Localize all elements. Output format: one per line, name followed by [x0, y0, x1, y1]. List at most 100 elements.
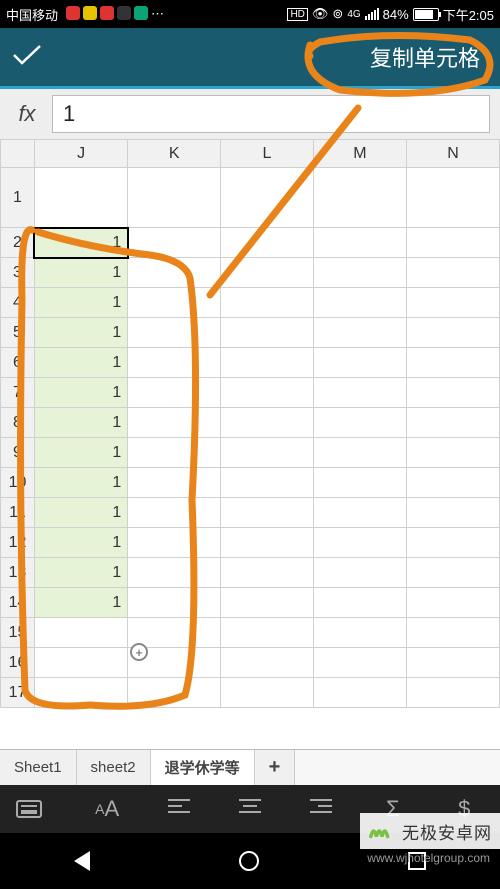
cell-N11[interactable] [407, 498, 500, 528]
row-header[interactable]: 5 [1, 318, 35, 348]
cell-L3[interactable] [221, 258, 314, 288]
fill-handle[interactable]: + [130, 643, 148, 661]
cell-L1[interactable] [221, 168, 314, 228]
cell-M5[interactable] [313, 318, 406, 348]
cell-M7[interactable] [313, 378, 406, 408]
cell-J6[interactable]: 1 [34, 348, 127, 378]
cell-K17[interactable] [128, 678, 221, 708]
cell-L11[interactable] [221, 498, 314, 528]
cell-L15[interactable] [221, 618, 314, 648]
cell-K4[interactable] [128, 288, 221, 318]
col-header-K[interactable]: K [128, 140, 221, 168]
tab-sheet2[interactable]: sheet2 [77, 750, 151, 785]
row-header[interactable]: 14 [1, 588, 35, 618]
cell-K10[interactable] [128, 468, 221, 498]
cell-J1[interactable] [34, 168, 127, 228]
confirm-button[interactable] [12, 41, 42, 73]
font-button[interactable]: AA [87, 796, 127, 822]
cell-M16[interactable] [313, 648, 406, 678]
cell-M11[interactable] [313, 498, 406, 528]
cell-M15[interactable] [313, 618, 406, 648]
cell-N9[interactable] [407, 438, 500, 468]
cell-J5[interactable]: 1 [34, 318, 127, 348]
row-header[interactable]: 10 [1, 468, 35, 498]
home-button[interactable] [239, 851, 259, 871]
cell-N1[interactable] [407, 168, 500, 228]
cell-L5[interactable] [221, 318, 314, 348]
cell-J9[interactable]: 1 [34, 438, 127, 468]
row-header[interactable]: 1 [1, 168, 35, 228]
keyboard-button[interactable] [16, 800, 56, 818]
cell-K5[interactable] [128, 318, 221, 348]
cell-J11[interactable]: 1 [34, 498, 127, 528]
cell-N12[interactable] [407, 528, 500, 558]
cell-M1[interactable] [313, 168, 406, 228]
cell-M9[interactable] [313, 438, 406, 468]
row-header[interactable]: 2 [1, 228, 35, 258]
cell-J12[interactable]: 1 [34, 528, 127, 558]
cell-L4[interactable] [221, 288, 314, 318]
cell-N6[interactable] [407, 348, 500, 378]
cell-N4[interactable] [407, 288, 500, 318]
cell-L6[interactable] [221, 348, 314, 378]
cell-N5[interactable] [407, 318, 500, 348]
cell-L7[interactable] [221, 378, 314, 408]
cell-K6[interactable] [128, 348, 221, 378]
spreadsheet[interactable]: J K L M N 121314151617181911011111211311… [0, 139, 500, 749]
cell-M6[interactable] [313, 348, 406, 378]
row-header[interactable]: 12 [1, 528, 35, 558]
row-header[interactable]: 3 [1, 258, 35, 288]
cell-J2[interactable]: 1 [34, 228, 127, 258]
cell-J13[interactable]: 1 [34, 558, 127, 588]
formula-input[interactable]: 1 [52, 95, 490, 133]
align-right-button[interactable] [301, 796, 341, 822]
cell-J4[interactable]: 1 [34, 288, 127, 318]
cell-J16[interactable] [34, 648, 127, 678]
cell-J10[interactable]: 1 [34, 468, 127, 498]
cell-M8[interactable] [313, 408, 406, 438]
cell-M4[interactable] [313, 288, 406, 318]
back-button[interactable] [74, 851, 90, 871]
cell-K1[interactable] [128, 168, 221, 228]
add-sheet-button[interactable]: + [255, 750, 296, 785]
row-header[interactable]: 13 [1, 558, 35, 588]
cell-K7[interactable] [128, 378, 221, 408]
corner-cell[interactable] [1, 140, 35, 168]
row-header[interactable]: 16 [1, 648, 35, 678]
cell-M12[interactable] [313, 528, 406, 558]
cell-M3[interactable] [313, 258, 406, 288]
cell-M17[interactable] [313, 678, 406, 708]
tab-tuixue[interactable]: 退学休学等 [151, 750, 255, 785]
tab-sheet1[interactable]: Sheet1 [0, 750, 77, 785]
cell-N8[interactable] [407, 408, 500, 438]
cell-M14[interactable] [313, 588, 406, 618]
cell-K12[interactable] [128, 528, 221, 558]
cell-M2[interactable] [313, 228, 406, 258]
row-header[interactable]: 15 [1, 618, 35, 648]
cell-K14[interactable] [128, 588, 221, 618]
cell-L14[interactable] [221, 588, 314, 618]
cell-L2[interactable] [221, 228, 314, 258]
cell-J8[interactable]: 1 [34, 408, 127, 438]
row-header[interactable]: 17 [1, 678, 35, 708]
cell-K3[interactable] [128, 258, 221, 288]
col-header-M[interactable]: M [313, 140, 406, 168]
cell-N14[interactable] [407, 588, 500, 618]
cell-L9[interactable] [221, 438, 314, 468]
col-header-J[interactable]: J [34, 140, 127, 168]
cell-L16[interactable] [221, 648, 314, 678]
align-left-button[interactable] [159, 796, 199, 822]
cell-K11[interactable] [128, 498, 221, 528]
col-header-L[interactable]: L [221, 140, 314, 168]
copy-cell-button[interactable]: 复制单元格 [362, 37, 488, 77]
cell-N7[interactable] [407, 378, 500, 408]
cell-L10[interactable] [221, 468, 314, 498]
cell-N16[interactable] [407, 648, 500, 678]
cell-N17[interactable] [407, 678, 500, 708]
row-header[interactable]: 6 [1, 348, 35, 378]
cell-J15[interactable] [34, 618, 127, 648]
cell-N2[interactable] [407, 228, 500, 258]
cell-N10[interactable] [407, 468, 500, 498]
row-header[interactable]: 8 [1, 408, 35, 438]
cell-K2[interactable] [128, 228, 221, 258]
